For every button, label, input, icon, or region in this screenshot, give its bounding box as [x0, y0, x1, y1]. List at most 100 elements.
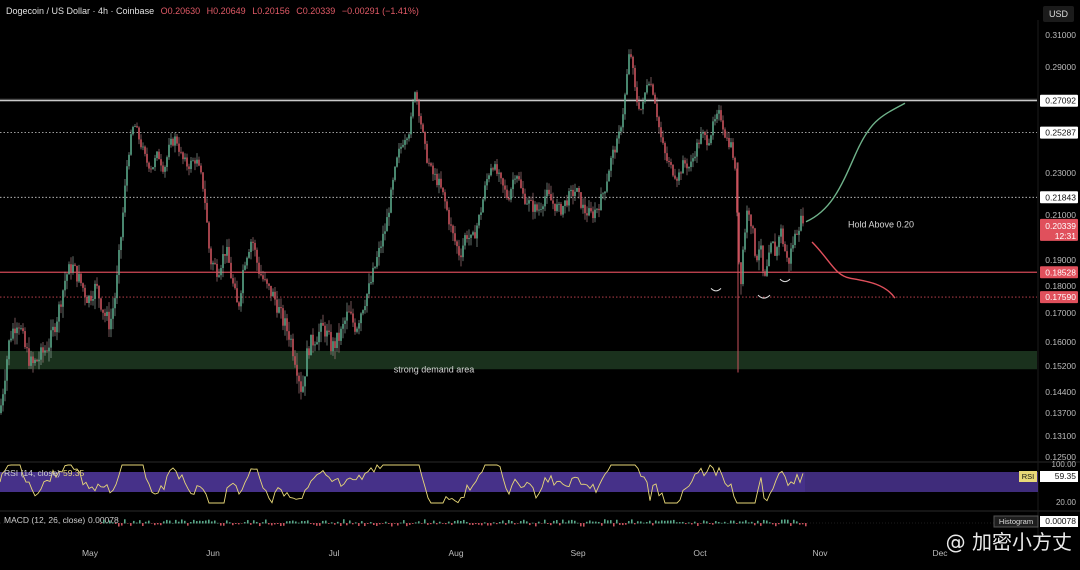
- macd-bar: [592, 521, 594, 524]
- macd-bar: [790, 523, 792, 526]
- candle-body: [710, 135, 712, 144]
- macd-bar: [214, 520, 216, 524]
- macd-bar: [598, 521, 600, 524]
- price-chart[interactable]: strong demand area Hold Above 0.20 0.31000…: [0, 0, 1080, 565]
- demand-zone: [0, 351, 1037, 370]
- candle-body: [430, 163, 432, 166]
- macd-bar: [286, 521, 288, 524]
- macd-bar: [103, 519, 105, 524]
- candle-body: [64, 280, 66, 291]
- candle-body: [542, 206, 544, 210]
- macd-bar: [640, 521, 642, 524]
- candle-body: [768, 252, 770, 267]
- candle-body: [764, 271, 766, 276]
- candle-body: [436, 173, 438, 186]
- rsi-legend: RSI: [1022, 472, 1035, 481]
- macd-bar: [250, 523, 252, 525]
- candle-body: [624, 94, 626, 115]
- macd-bar: [112, 522, 114, 524]
- macd-bar: [472, 523, 474, 526]
- macd-bar: [634, 523, 636, 525]
- macd-bar: [658, 521, 660, 524]
- candle-body: [188, 166, 190, 170]
- candle-body: [110, 318, 112, 330]
- candle-body: [444, 192, 446, 202]
- candle-body: [66, 274, 68, 281]
- macd-bar: [631, 519, 633, 524]
- low-marker-3: [779, 278, 791, 283]
- candle-body: [410, 116, 412, 135]
- macd-bar: [583, 523, 585, 527]
- macd-bar: [265, 519, 267, 524]
- macd-bar: [346, 523, 348, 526]
- candle-body: [182, 152, 184, 160]
- macd-bar: [211, 521, 213, 524]
- candle-body: [468, 237, 470, 239]
- price-label-3: 0.18528: [1045, 267, 1076, 277]
- macd-bar: [727, 522, 729, 524]
- candle-body: [416, 92, 418, 101]
- candle-body: [440, 178, 442, 188]
- candle-body: [770, 243, 772, 253]
- candle-body: [602, 193, 604, 195]
- candle-body: [354, 322, 356, 332]
- candle-body: [116, 275, 118, 299]
- macd-bar: [739, 521, 741, 524]
- candle-body: [652, 84, 654, 95]
- candle-body: [502, 178, 504, 186]
- candle-body: [74, 264, 76, 266]
- candle-body: [460, 255, 462, 258]
- macd-bar: [775, 523, 777, 527]
- candle-body: [300, 381, 302, 392]
- macd-bar: [571, 519, 573, 524]
- macd-bar: [145, 521, 147, 524]
- candle-body: [120, 237, 122, 251]
- currency-button[interactable]: USD: [1042, 6, 1074, 22]
- macd-bar: [754, 523, 756, 526]
- candle-body: [16, 327, 18, 334]
- macd-bar: [535, 523, 537, 527]
- candle-body: [80, 273, 82, 284]
- price-label-0: 0.27092: [1045, 96, 1076, 106]
- candle-body: [90, 295, 92, 301]
- macd-bar: [652, 523, 654, 526]
- candle-body: [176, 136, 178, 144]
- candle-body: [266, 279, 268, 284]
- candle-body: [346, 311, 348, 321]
- candle-body: [562, 205, 564, 215]
- candle-body: [584, 204, 586, 214]
- candle-body: [414, 92, 416, 102]
- candle-body: [124, 185, 126, 213]
- candle-body: [6, 359, 8, 381]
- macd-value-label: 0.00078: [1045, 516, 1076, 526]
- rsi-label-value: 59.35: [63, 468, 85, 478]
- candle-body: [148, 162, 150, 169]
- candle-body: [198, 159, 200, 166]
- candle-body: [398, 148, 400, 158]
- candle-body: [586, 213, 588, 216]
- macd-bar: [451, 523, 453, 525]
- macd-bar: [181, 519, 183, 524]
- candle-body: [304, 376, 306, 387]
- macd-bar: [661, 520, 663, 524]
- macd-bar: [160, 523, 162, 526]
- candle-body: [576, 188, 578, 192]
- macd-bar: [760, 523, 762, 526]
- macd-bar: [523, 519, 525, 524]
- candle-body: [88, 295, 90, 304]
- macd-bar: [424, 519, 426, 524]
- candle-body: [778, 236, 780, 248]
- candle-body: [156, 151, 158, 159]
- candle-body: [196, 159, 198, 164]
- tradingview-chart[interactable]: strong demand area Hold Above 0.20 0.31000…: [0, 0, 1080, 565]
- macd-bar: [148, 520, 150, 524]
- candle-body: [642, 101, 644, 110]
- candle-body: [330, 332, 332, 352]
- candle-body: [96, 283, 98, 286]
- candle-body: [0, 405, 2, 413]
- candle-body: [222, 254, 224, 269]
- price-label-4: 0.17590: [1045, 292, 1076, 302]
- candle-body: [752, 226, 754, 229]
- macd-bar: [274, 523, 276, 525]
- candle-body: [548, 189, 550, 195]
